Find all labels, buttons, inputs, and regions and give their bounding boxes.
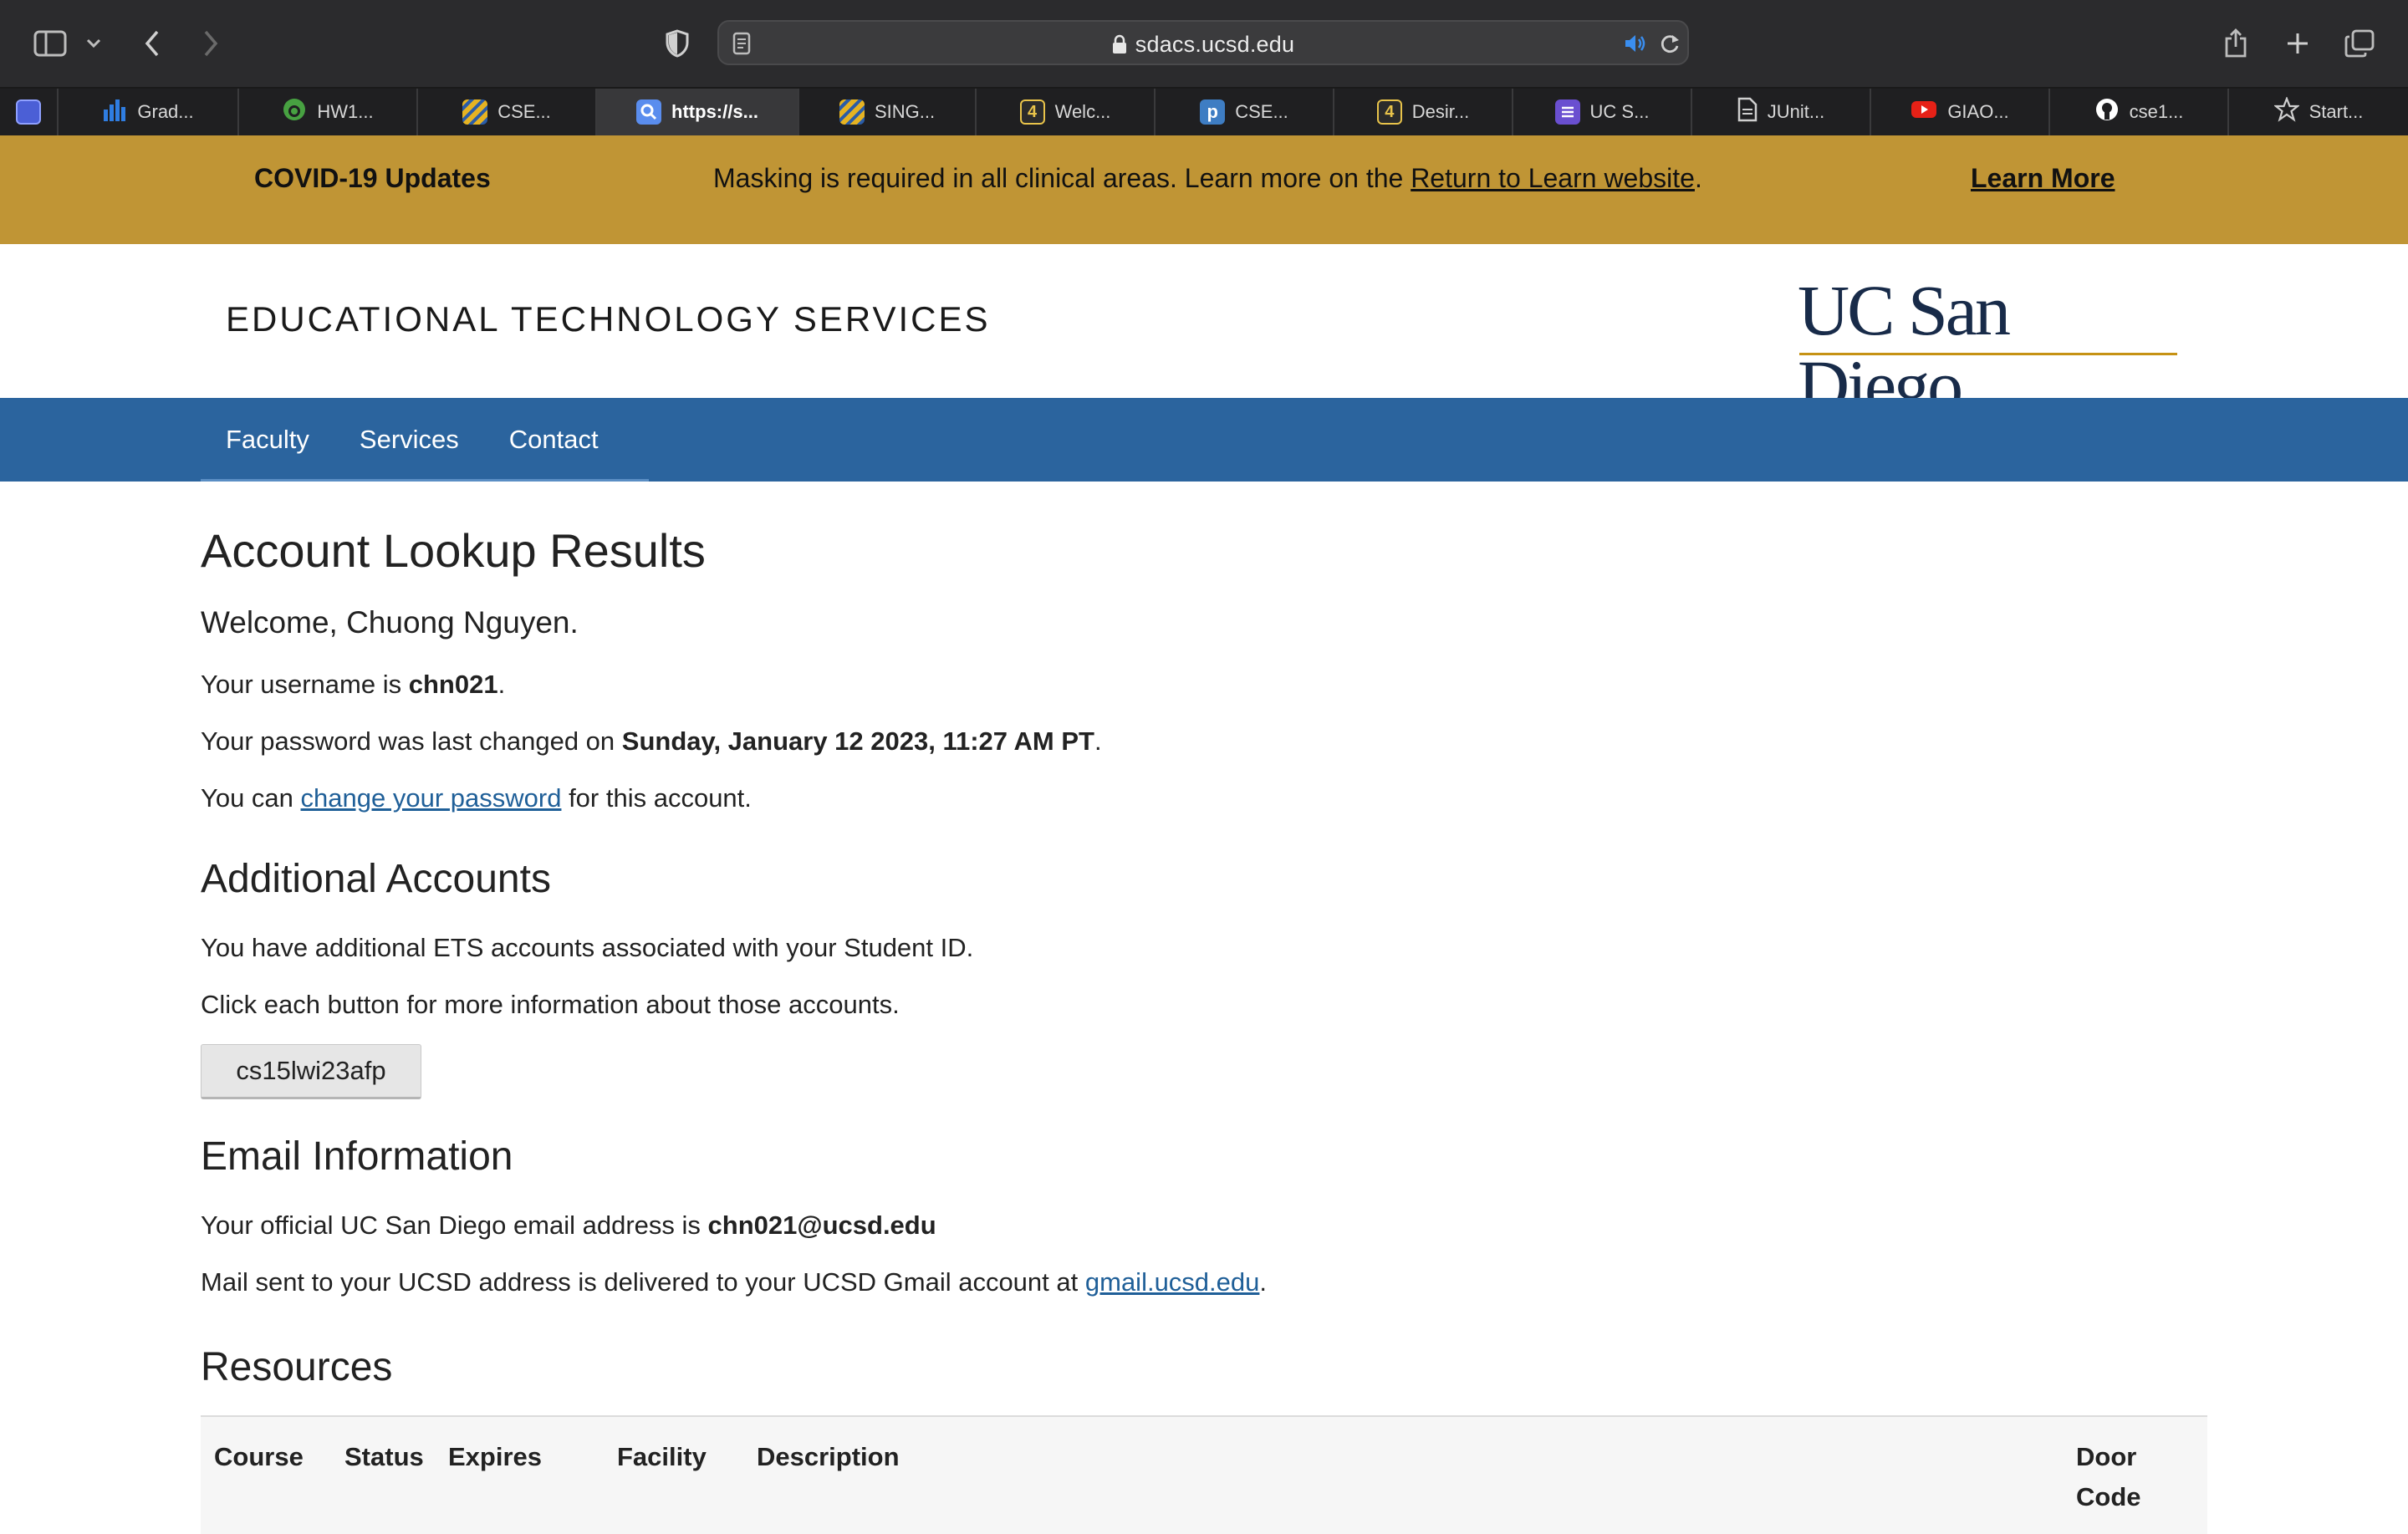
tab-0[interactable]: [0, 89, 59, 135]
gmail-link[interactable]: gmail.ucsd.edu: [1085, 1267, 1260, 1297]
email-address-line: Your official UC San Diego email address…: [201, 1210, 936, 1240]
tab-1[interactable]: Grad...: [59, 89, 239, 135]
nav-services[interactable]: Services: [334, 398, 484, 479]
welcome-text: Welcome, Chuong Nguyen.: [201, 605, 579, 640]
banner-message: Masking is required in all clinical area…: [713, 163, 1702, 193]
tab-bar: Grad... HW1... CSE... https://s... SING.…: [0, 89, 2408, 136]
page-title: Account Lookup Results: [201, 524, 706, 577]
tab-7[interactable]: p CSE...: [1156, 89, 1334, 135]
github-icon: [2094, 97, 2120, 127]
change-password-line: You can change your password for this ac…: [201, 783, 752, 813]
covid-banner: COVID-19 Updates Masking is required in …: [0, 135, 2408, 244]
reload-icon[interactable]: [1659, 32, 1681, 59]
forward-icon[interactable]: [191, 23, 231, 64]
search-icon: [636, 99, 662, 125]
learn-more-link[interactable]: Learn More: [1971, 163, 2115, 194]
main-nav: Faculty Services Contact: [0, 398, 2408, 482]
tab-8[interactable]: 4 Desir...: [1334, 89, 1513, 135]
additional-accounts-instructions: Click each button for more information a…: [201, 990, 900, 1019]
gmail-line: Mail sent to your UCSD address is delive…: [201, 1267, 1268, 1297]
tab-3[interactable]: CSE...: [418, 89, 597, 135]
four-e-icon: 4: [1376, 99, 1402, 125]
ucsd-logo[interactable]: UC San Diego: [1798, 273, 2182, 423]
email-address: chn021@ucsd.edu: [707, 1210, 936, 1240]
column-facility[interactable]: Facility: [617, 1437, 707, 1477]
overleaf-icon: [282, 97, 307, 127]
tab-4-active[interactable]: https://s...: [597, 89, 799, 135]
column-description[interactable]: Description: [757, 1437, 900, 1477]
nav-contact[interactable]: Contact: [484, 398, 624, 479]
additional-accounts-heading: Additional Accounts: [201, 857, 551, 901]
additional-accounts-text: You have additional ETS accounts associa…: [201, 933, 974, 962]
tab-6[interactable]: 4 Welc...: [977, 89, 1156, 135]
share-icon[interactable]: [2216, 23, 2256, 64]
tab-overview-icon[interactable]: [2339, 23, 2380, 64]
column-course[interactable]: Course: [214, 1437, 304, 1477]
tab-10[interactable]: JUnit...: [1692, 89, 1871, 135]
account-cs15lwi23afp-button[interactable]: cs15lwi23afp: [201, 1044, 421, 1099]
browser-toolbar: sdacs.ucsd.edu: [0, 0, 2408, 89]
logo-underline: [1799, 353, 2177, 355]
app-icon: [16, 99, 41, 125]
audio-icon[interactable]: [1624, 33, 1647, 59]
new-tab-icon[interactable]: [2278, 23, 2318, 64]
list-icon: [1554, 99, 1580, 125]
tab-9[interactable]: UC S...: [1513, 89, 1692, 135]
resources-heading: Resources: [201, 1345, 393, 1389]
youtube-icon: [1911, 99, 1937, 125]
site-title[interactable]: EDUCATIONAL TECHNOLOGY SERVICES: [226, 299, 991, 339]
sidebar-icon[interactable]: [30, 23, 70, 64]
privacy-shield-icon[interactable]: [657, 23, 697, 64]
password-changed-line: Your password was last changed on Sunday…: [201, 726, 1102, 756]
banner-title: COVID-19 Updates: [254, 163, 491, 193]
document-icon: [1737, 97, 1758, 127]
resources-table: Course Status Expires Facility Descripti…: [201, 1415, 2207, 1534]
change-password-link[interactable]: change your password: [301, 783, 562, 813]
column-status[interactable]: Status: [344, 1437, 424, 1477]
column-door-code[interactable]: Door Code: [2076, 1437, 2151, 1517]
tab-12[interactable]: cse1...: [2050, 89, 2229, 135]
email-info-heading: Email Information: [201, 1134, 513, 1179]
password-date: Sunday, January 12 2023, 11:27 AM PT: [621, 726, 1094, 756]
tab-11[interactable]: GIAO...: [1871, 89, 2050, 135]
chevron-down-icon[interactable]: [77, 23, 110, 64]
star-icon: [2273, 95, 2300, 127]
address-text: sdacs.ucsd.edu: [1135, 32, 1295, 57]
stripes-icon: [462, 99, 488, 125]
username-value: chn021: [408, 670, 498, 699]
bar-chart-icon: [102, 98, 127, 126]
tab-5[interactable]: SING...: [799, 89, 977, 135]
lock-icon: [1112, 34, 1127, 60]
back-icon[interactable]: [132, 23, 172, 64]
username-line: Your username is chn021.: [201, 670, 506, 699]
column-expires[interactable]: Expires: [448, 1437, 542, 1477]
piazza-icon: p: [1200, 99, 1226, 125]
return-to-learn-link[interactable]: Return to Learn website: [1411, 163, 1695, 193]
address-bar[interactable]: sdacs.ucsd.edu: [717, 20, 1689, 65]
nav-faculty[interactable]: Faculty: [201, 398, 334, 479]
stripes-icon: [839, 99, 865, 125]
four-e-icon: 4: [1019, 99, 1045, 125]
tab-13[interactable]: Start...: [2229, 89, 2408, 135]
tab-2[interactable]: HW1...: [239, 89, 418, 135]
